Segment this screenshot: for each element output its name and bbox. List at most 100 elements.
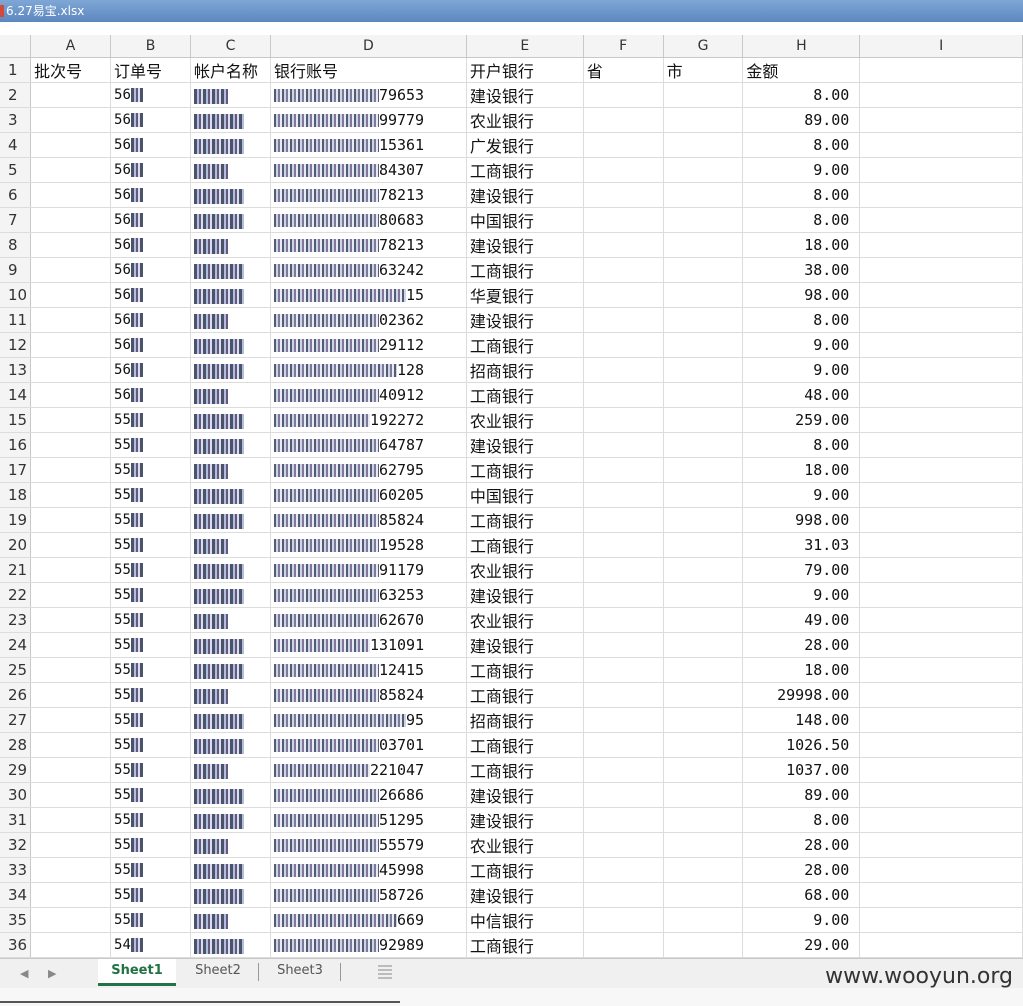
cell-city[interactable] [663,432,744,458]
cell-account-name[interactable] [190,832,271,858]
cell-bank-account[interactable]: 85824 [270,682,467,708]
cell-bank-account[interactable]: 63253 [270,582,467,608]
cell-bank-account[interactable]: 55579 [270,832,467,858]
cell-batch[interactable] [30,257,112,283]
cell-province[interactable] [583,657,664,683]
cell-order-number[interactable]: 55 [110,757,191,783]
cell-order-number[interactable]: 55 [110,532,191,558]
cell-province[interactable] [583,457,664,483]
cell-bank-name[interactable]: 建设银行 [466,882,584,908]
cell-account-name[interactable] [190,382,271,408]
cell-amount[interactable]: 28.00 [742,632,861,658]
cell-province[interactable] [583,307,664,333]
cell-amount[interactable]: 8.00 [742,432,861,458]
cell-bank-account[interactable]: 62795 [270,457,467,483]
cell-empty[interactable] [859,107,1023,133]
column-header-d[interactable]: D [270,35,467,58]
cell-province[interactable] [583,207,664,233]
cell-amount[interactable]: 89.00 [742,782,861,808]
row-header[interactable]: 6 [0,182,32,208]
cell-account-name[interactable] [190,507,271,533]
cell-bank-account[interactable]: 12415 [270,657,467,683]
cell-province[interactable] [583,132,664,158]
cell-city[interactable] [663,282,744,308]
cell-order-number[interactable]: 54 [110,932,191,958]
row-header[interactable]: 27 [0,707,32,733]
cell-amount[interactable]: 79.00 [742,557,861,583]
cell-province[interactable] [583,782,664,808]
cell-city[interactable] [663,782,744,808]
cell-province[interactable] [583,932,664,958]
cell-bank-name[interactable]: 建设银行 [466,307,584,333]
cell-bank-name[interactable]: 工商银行 [466,682,584,708]
cell-account-name[interactable] [190,857,271,883]
cell-batch[interactable] [30,732,112,758]
cell-header-h[interactable]: 金额 [742,57,861,83]
cell-account-name[interactable] [190,807,271,833]
cell-bank-account[interactable]: 51295 [270,807,467,833]
cell-order-number[interactable]: 55 [110,832,191,858]
cell-bank-name[interactable]: 招商银行 [466,357,584,383]
cell-batch[interactable] [30,807,112,833]
cell-batch[interactable] [30,107,112,133]
cell-city[interactable] [663,507,744,533]
cell-header-e[interactable]: 开户银行 [466,57,584,83]
cell-account-name[interactable] [190,82,271,108]
cell-empty[interactable] [859,82,1023,108]
cell-empty[interactable] [859,707,1023,733]
cell-header-c[interactable]: 帐户名称 [190,57,271,83]
cell-amount[interactable]: 9.00 [742,332,861,358]
cell-empty[interactable] [859,432,1023,458]
cell-bank-name[interactable]: 工商银行 [466,857,584,883]
row-header[interactable]: 4 [0,132,32,158]
cell-batch[interactable] [30,682,112,708]
cell-amount[interactable]: 8.00 [742,182,861,208]
cell-batch[interactable] [30,82,112,108]
cell-empty[interactable] [859,607,1023,633]
cell-account-name[interactable] [190,707,271,733]
cell-bank-account[interactable]: 15361 [270,132,467,158]
cell-order-number[interactable]: 56 [110,357,191,383]
cell-city[interactable] [663,682,744,708]
tab-split-grip-icon[interactable] [378,965,392,981]
cell-bank-account[interactable]: 128 [270,357,467,383]
cell-province[interactable] [583,682,664,708]
cell-province[interactable] [583,757,664,783]
cell-batch[interactable] [30,232,112,258]
cell-empty[interactable] [859,482,1023,508]
cell-bank-account[interactable]: 78213 [270,232,467,258]
cell-bank-account[interactable]: 78213 [270,182,467,208]
cell-bank-name[interactable]: 招商银行 [466,707,584,733]
cell-account-name[interactable] [190,107,271,133]
cell-batch[interactable] [30,582,112,608]
spreadsheet-grid[interactable]: A B C D E F G H I 1 批次号 订单号 帐户名称 银行账号 开户银行省市金额 2 56 79653… [0,35,1023,958]
cell-batch[interactable] [30,357,112,383]
cell-city[interactable] [663,232,744,258]
cell-province[interactable] [583,282,664,308]
cell-amount[interactable]: 28.00 [742,832,861,858]
cell-bank-account[interactable]: 03701 [270,732,467,758]
cell-amount[interactable]: 8.00 [742,807,861,833]
cell-empty[interactable] [859,582,1023,608]
cell-bank-name[interactable]: 工商银行 [466,657,584,683]
cell-bank-account[interactable]: 63242 [270,257,467,283]
cell-batch[interactable] [30,757,112,783]
cell-empty[interactable] [859,507,1023,533]
cell-empty[interactable] [859,532,1023,558]
cell-province[interactable] [583,157,664,183]
row-header[interactable]: 35 [0,907,32,933]
cell-order-number[interactable]: 56 [110,207,191,233]
cell-amount[interactable]: 49.00 [742,607,861,633]
cell-empty[interactable] [859,857,1023,883]
cell-province[interactable] [583,857,664,883]
cell-province[interactable] [583,632,664,658]
cell-bank-name[interactable]: 工商银行 [466,932,584,958]
cell-account-name[interactable] [190,307,271,333]
tab-sheet1[interactable]: Sheet1 [98,959,176,986]
cell-batch[interactable] [30,407,112,433]
cell-city[interactable] [663,707,744,733]
cell-order-number[interactable]: 56 [110,282,191,308]
cell-header-a[interactable]: 批次号 [30,57,112,83]
row-header[interactable]: 18 [0,482,32,508]
cell-city[interactable] [663,657,744,683]
